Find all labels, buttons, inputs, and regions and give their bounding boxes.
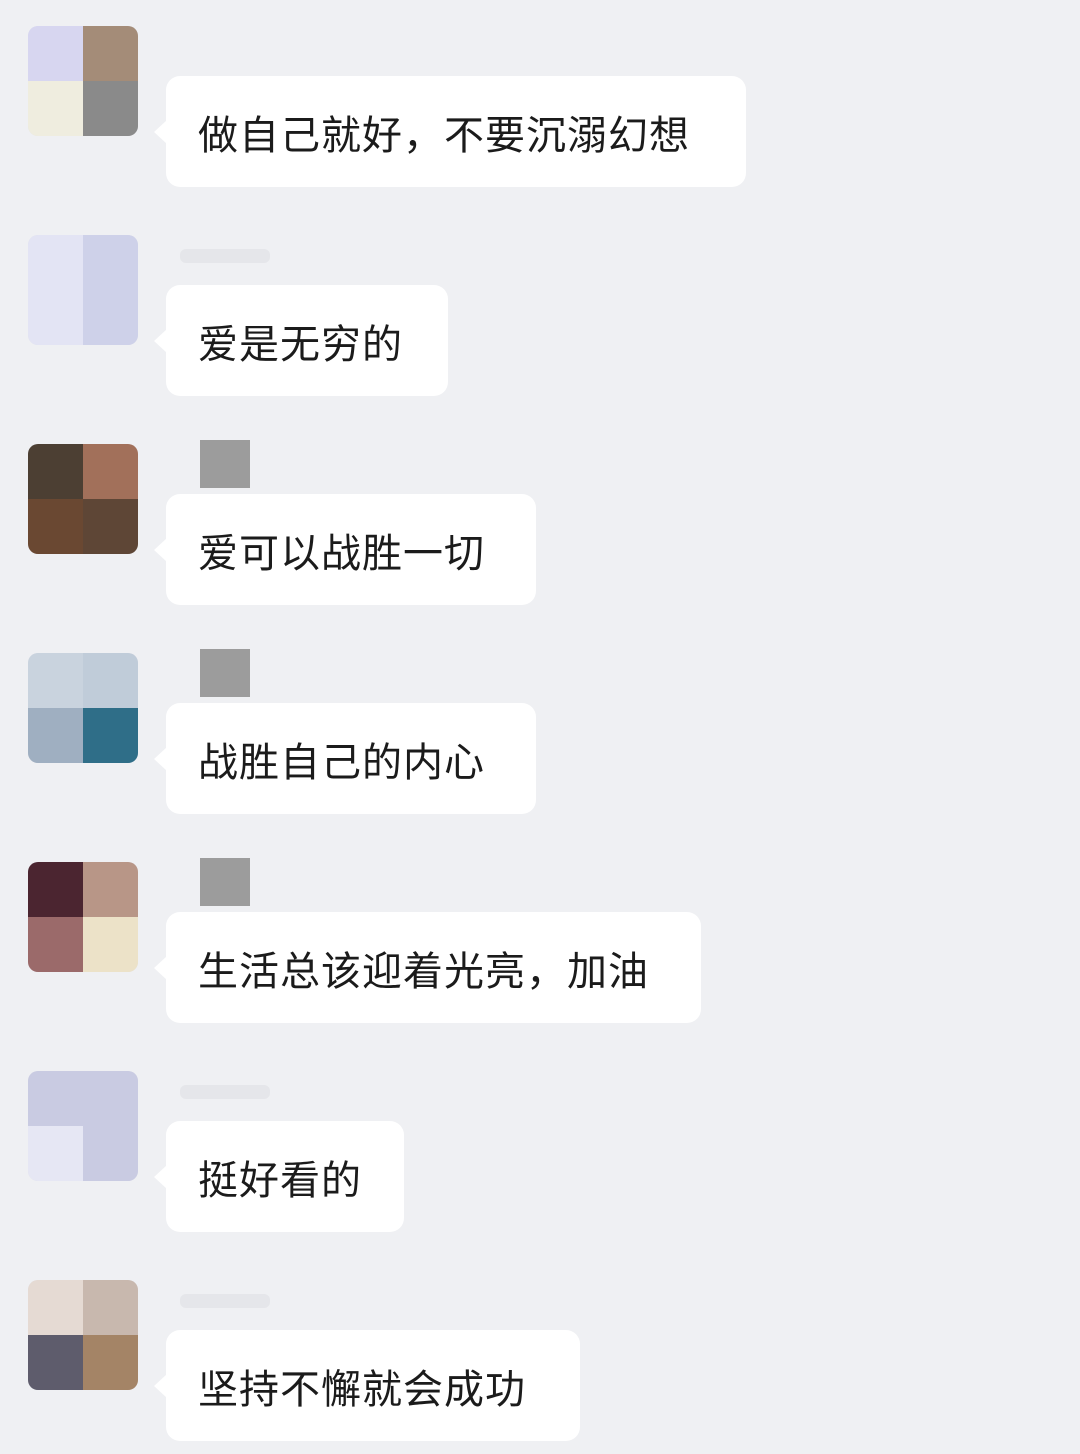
avatar-mosaic-block — [83, 1126, 138, 1181]
sender-name-redacted — [200, 649, 250, 697]
message-bubble[interactable]: 生活总该迎着光亮，加油 — [154, 912, 701, 1023]
avatar-mosaic-block — [83, 862, 138, 917]
chat-message: 挺好看的 — [0, 1045, 1080, 1245]
message-bubble[interactable]: 战胜自己的内心 — [154, 703, 536, 814]
avatar-mosaic-block — [28, 653, 83, 708]
avatar-mosaic-block — [83, 499, 138, 554]
avatar[interactable] — [28, 1280, 138, 1390]
avatar-mosaic-block — [83, 708, 138, 763]
avatar-mosaic-block — [28, 444, 83, 499]
avatar-mosaic-block — [83, 290, 138, 345]
avatar-mosaic-block — [83, 444, 138, 499]
avatar-mosaic-block — [28, 1126, 83, 1181]
avatar-mosaic-block — [28, 499, 83, 554]
avatar[interactable] — [28, 862, 138, 972]
message-bubble[interactable]: 挺好看的 — [154, 1121, 404, 1232]
sender-name-redacted — [180, 249, 270, 263]
avatar-mosaic-block — [83, 26, 138, 81]
sender-name-redacted — [180, 1294, 270, 1308]
message-bubble[interactable]: 爱是无穷的 — [154, 285, 448, 396]
avatar[interactable] — [28, 235, 138, 345]
message-bubble[interactable]: 做自己就好，不要沉溺幻想 — [154, 76, 746, 187]
avatar-mosaic-block — [28, 81, 83, 136]
chat-message: 坚持不懈就会成功 — [0, 1254, 1080, 1454]
chat-message: 爱是无穷的 — [0, 209, 1080, 409]
avatar-mosaic-block — [83, 1071, 138, 1126]
avatar-mosaic-block — [28, 290, 83, 345]
message-bubble[interactable]: 爱可以战胜一切 — [154, 494, 536, 605]
avatar-mosaic-block — [28, 235, 83, 290]
avatar-mosaic-block — [28, 26, 83, 81]
chat-message: 做自己就好，不要沉溺幻想 — [0, 0, 1080, 200]
avatar-mosaic-block — [83, 235, 138, 290]
avatar[interactable] — [28, 653, 138, 763]
sender-name-redacted — [200, 858, 250, 906]
avatar-mosaic-block — [28, 1335, 83, 1390]
avatar-mosaic-block — [83, 917, 138, 972]
avatar-mosaic-block — [28, 1071, 83, 1126]
avatar[interactable] — [28, 444, 138, 554]
avatar-mosaic-block — [83, 81, 138, 136]
avatar-mosaic-block — [28, 1280, 83, 1335]
avatar[interactable] — [28, 1071, 138, 1181]
chat-message: 爱可以战胜一切 — [0, 418, 1080, 618]
sender-name-redacted — [200, 440, 250, 488]
avatar-mosaic-block — [83, 1280, 138, 1335]
avatar-mosaic-block — [28, 862, 83, 917]
avatar[interactable] — [28, 26, 138, 136]
avatar-mosaic-block — [28, 917, 83, 972]
chat-message: 生活总该迎着光亮，加油 — [0, 836, 1080, 1036]
avatar-mosaic-block — [83, 1335, 138, 1390]
sender-name-redacted — [180, 1085, 270, 1099]
message-bubble[interactable]: 坚持不懈就会成功 — [154, 1330, 580, 1441]
chat-message: 战胜自己的内心 — [0, 627, 1080, 827]
avatar-mosaic-block — [83, 653, 138, 708]
avatar-mosaic-block — [28, 708, 83, 763]
